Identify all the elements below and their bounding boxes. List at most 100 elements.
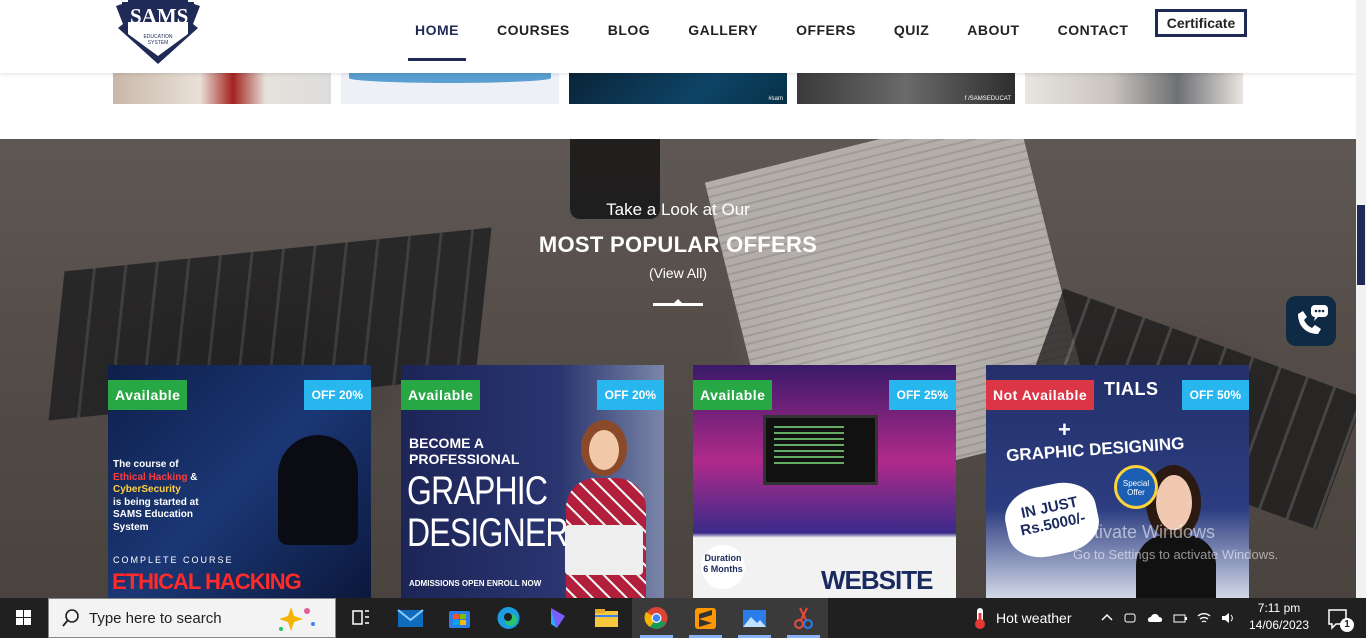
view-all-link[interactable]: (View All) — [0, 265, 1356, 281]
offer-card-website[interactable]: Duration 6 Months WEBSITE Available OFF … — [693, 365, 956, 599]
main-nav: HOME COURSES BLOG GALLERY OFFERS QUIZ AB… — [396, 0, 1148, 61]
file-explorer-icon — [595, 609, 618, 627]
volume-icon[interactable] — [1220, 610, 1236, 626]
scrollbar-thumb[interactable] — [1357, 205, 1365, 285]
notification-icon — [1328, 609, 1347, 630]
card-art-line: TIALS — [1104, 379, 1159, 399]
notification-count: 1 — [1340, 618, 1354, 632]
start-button[interactable] — [0, 598, 48, 638]
offer-card-graphic-designing[interactable]: + GRAPHIC DESIGNING IN JUST Rs.5000/- Sp… — [986, 365, 1249, 599]
snip-button[interactable] — [779, 598, 828, 638]
taskbar-clock[interactable]: 7:11 pm 14/06/2023 — [1246, 600, 1312, 634]
file-explorer-button[interactable] — [582, 598, 631, 638]
discount-badge: OFF 25% — [888, 380, 956, 410]
offers-title: MOST POPULAR OFFERS — [538, 232, 818, 257]
sams-logo[interactable]: SAMS EDUCATION SYSTEM — [108, 0, 208, 66]
onedrive-icon[interactable] — [1146, 610, 1164, 626]
card-art-line: BECOME A — [409, 435, 484, 451]
card-art-text: + — [1058, 417, 1071, 443]
sublime-button[interactable] — [681, 598, 730, 638]
site-header: SAMS EDUCATION SYSTEM HOME COURSES BLOG … — [0, 0, 1356, 73]
battery-icon[interactable] — [1172, 610, 1188, 626]
page-scrollbar[interactable] — [1356, 0, 1366, 598]
gallery-thumb[interactable] — [113, 73, 331, 104]
discount-badge: OFF 20% — [303, 380, 371, 410]
search-placeholder: Type here to search — [89, 610, 222, 627]
status-badge-text: Not Available — [993, 387, 1088, 403]
status-badge: Available — [401, 380, 481, 410]
phone-chat-icon — [1298, 305, 1328, 334]
nav-gallery[interactable]: GALLERY — [669, 7, 777, 53]
section-divider — [653, 299, 703, 306]
certificate-button[interactable]: Certificate — [1155, 9, 1247, 37]
watermark-line1: Activate Windows — [1073, 522, 1216, 542]
weather-widget[interactable]: Hot weather — [970, 598, 1071, 638]
nav-courses[interactable]: COURSES — [478, 7, 589, 53]
windows-icon — [16, 610, 31, 625]
offer-card-graphic-designer[interactable]: BECOME A PROFESSIONAL GRAPHIC DESIGNER A… — [401, 365, 664, 599]
discount-badge: OFF 50% — [1181, 380, 1249, 410]
edge-icon — [497, 607, 520, 629]
search-icon — [62, 609, 79, 627]
card-art-text: The course of Ethical Hacking & CyberSec… — [113, 459, 223, 534]
store-icon — [449, 611, 470, 628]
bing-chat-button[interactable] — [533, 598, 582, 638]
call-chat-button[interactable] — [1286, 296, 1336, 346]
store-button[interactable] — [435, 598, 484, 638]
windows-taskbar: Type here to search Hot weather 7:11 pm … — [0, 598, 1366, 638]
chrome-icon — [644, 607, 668, 629]
gallery-tag: #sam — [768, 96, 783, 102]
sublime-icon — [695, 608, 716, 629]
nav-about[interactable]: ABOUT — [948, 7, 1038, 53]
photos-icon — [743, 610, 766, 627]
nav-home[interactable]: HOME — [396, 7, 478, 61]
taskbar-search[interactable]: Type here to search — [48, 598, 336, 638]
wifi-icon[interactable] — [1196, 610, 1212, 626]
chrome-button[interactable] — [632, 598, 681, 638]
watermark-line2: Go to Settings to activate Windows. — [1073, 547, 1279, 562]
bing-chat-icon — [551, 608, 565, 628]
gallery-thumb[interactable] — [341, 73, 559, 104]
card-art-footer: COMPLETE COURSE — [113, 555, 234, 565]
hacker-figure — [278, 435, 358, 545]
nav-quiz[interactable]: QUIZ — [875, 7, 948, 53]
search-highlight-icon — [279, 607, 315, 631]
system-tray — [1100, 598, 1236, 638]
status-badge: Available — [693, 380, 773, 410]
photos-button[interactable] — [730, 598, 779, 638]
duration-badge: Duration 6 Months — [701, 545, 745, 589]
gallery-strip: #sam f /SAMSEDUCAT — [113, 73, 1243, 104]
monitor-graphic — [763, 415, 878, 485]
card-art-line: is being started at SAMS Education Syste… — [113, 496, 199, 533]
nav-blog[interactable]: BLOG — [589, 7, 669, 53]
card-art-title: GRAPHIC DESIGNER — [407, 469, 569, 555]
card-art-line: The course of — [113, 459, 179, 470]
card-art-title: ETHICAL HACKING — [112, 569, 302, 594]
card-art-line: + — [1058, 417, 1071, 442]
discount-badge: OFF 20% — [596, 380, 664, 410]
weather-text: Hot weather — [996, 610, 1072, 626]
gallery-thumb[interactable] — [1025, 73, 1243, 104]
page: SAMS EDUCATION SYSTEM HOME COURSES BLOG … — [0, 0, 1366, 638]
task-view-icon — [352, 610, 369, 625]
card-art-title: WEBSITE — [821, 565, 933, 595]
mail-button[interactable] — [386, 598, 435, 638]
logo-subtext: EDUCATION SYSTEM — [143, 34, 173, 46]
offer-card-ethical-hacking[interactable]: The course of Ethical Hacking & CyberSec… — [108, 365, 371, 599]
meet-now-icon[interactable] — [1122, 610, 1138, 626]
chevron-up-icon[interactable] — [1100, 611, 1114, 625]
gallery-thumb[interactable]: f /SAMSEDUCAT — [797, 73, 1015, 104]
notification-button[interactable]: 1 — [1318, 598, 1358, 638]
clock-time: 7:11 pm — [1257, 601, 1301, 615]
gallery-thumb[interactable]: #sam — [569, 73, 787, 104]
logo-text: SAMS — [130, 4, 189, 28]
edge-button[interactable] — [484, 598, 533, 638]
nav-offers[interactable]: OFFERS — [777, 7, 875, 53]
status-badge: Available — [108, 380, 188, 410]
task-view-button[interactable] — [336, 598, 385, 638]
nav-contact[interactable]: CONTACT — [1039, 7, 1148, 53]
card-art-line: Ethical Hacking — [113, 471, 188, 483]
clock-date: 14/06/2023 — [1248, 618, 1310, 632]
card-art-text: BECOME A PROFESSIONAL — [409, 435, 519, 467]
gallery-tag: f /SAMSEDUCAT — [964, 96, 1011, 102]
